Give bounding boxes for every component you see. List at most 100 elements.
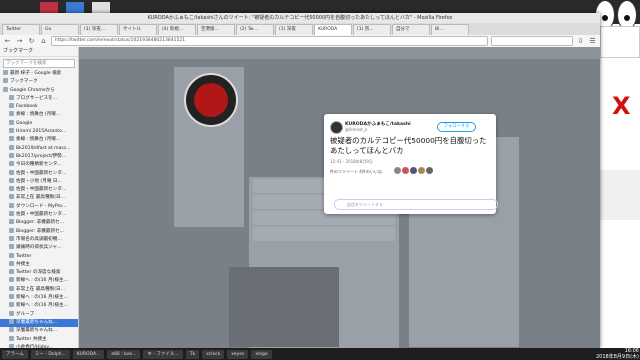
browser-tab[interactable]: (1) 深夜	[275, 24, 313, 35]
browser-tab[interactable]: Bl...	[431, 24, 469, 35]
liker-avatar[interactable]	[426, 167, 433, 174]
bookmark-favicon-icon	[9, 294, 14, 300]
tweet-stats: 件のリツイート 4件のいいね	[330, 169, 382, 174]
tray-clock[interactable]: 16:06 2018年8月9日(木)	[596, 348, 639, 360]
taskbar-task[interactable]: xlogo	[251, 349, 272, 359]
follow-button[interactable]: フォローする	[437, 122, 476, 132]
bookmark-favicon-icon	[9, 186, 14, 192]
bookmark-item[interactable]: Bk2019/dfast at mass...	[0, 144, 78, 153]
liker-avatars	[394, 167, 433, 174]
taskbar-task[interactable]: Tk	[185, 349, 200, 359]
bookmark-label: Twitter	[16, 253, 32, 259]
bookmark-item[interactable]: ダウンロード - MyPro...	[0, 202, 78, 211]
browser-tab[interactable]: KURODA	[314, 24, 352, 35]
taskbar-task[interactable]: ミー - Dolph...	[30, 349, 70, 359]
bookmark-item[interactable]: Google Chromeから	[0, 86, 78, 95]
bookmark-favicon-icon	[3, 86, 8, 92]
profile-avatar[interactable]	[184, 73, 238, 127]
bookmark-item[interactable]: 非常上在 最高種製(日...	[0, 285, 78, 294]
taskbar-task[interactable]: キ - ファイル...	[143, 349, 183, 359]
bookmark-item[interactable]: 鎮痛時の病状兵ジャ...	[0, 244, 78, 252]
liker-avatar[interactable]	[394, 167, 401, 174]
bookmark-item[interactable]: Hiromi 2015Asronto...	[0, 128, 78, 136]
bookmark-item[interactable]: Twitter の深度な検索	[0, 269, 78, 277]
bookmark-label: 最新 梓子 - Google 検索	[10, 71, 62, 76]
liker-avatar[interactable]	[402, 167, 409, 174]
bookmark-item[interactable]: 今日の種類新センタ...	[0, 161, 78, 169]
browser-tab[interactable]: 空港版...	[197, 24, 235, 35]
browser-tab[interactable]: (4) 新規...	[158, 24, 196, 35]
bookmark-label: Twitter の深度な検索	[16, 270, 61, 276]
bookmark-item[interactable]: Blogger: 非機最新セ...	[0, 227, 78, 236]
tweet-author-handle[interactable]: @lemeat_k	[345, 127, 367, 132]
bookmark-favicon-icon	[9, 327, 14, 333]
bookmark-item[interactable]: Twitter 共撲主	[0, 335, 78, 344]
bookmark-item[interactable]: グループ	[0, 310, 78, 319]
bookmark-item[interactable]: Google	[0, 119, 78, 128]
bookmark-item[interactable]: 新線へ : の(16 月(様主...	[0, 277, 78, 285]
bookmark-item[interactable]: ブログサービスを...	[0, 94, 78, 103]
bookmark-item[interactable]: 佐賀・中国最新センタ...	[0, 211, 78, 219]
bookmark-item[interactable]: 深層最新ちゃんね...	[0, 318, 78, 328]
bookmark-favicon-icon	[9, 194, 14, 200]
bookmark-item[interactable]: 新線へ : の(16 月(様主...	[0, 302, 78, 310]
firefox-window: KURODAかふぁもこ/takashiさんのツイート: "被疑者のカルテコピー代…	[0, 13, 600, 348]
bookmark-favicon-icon	[9, 227, 14, 233]
bookmark-item[interactable]: Bk2017/project/伊勢...	[0, 152, 78, 161]
browser-tab[interactable]: Twitter	[2, 24, 40, 35]
bookmark-item[interactable]: Blogger: 非機最新セ...	[0, 219, 78, 227]
bookmark-item[interactable]: 佐賀・小地 (月曜 日...	[0, 177, 78, 186]
liker-avatar[interactable]	[410, 167, 417, 174]
bookmark-item[interactable]: 市場名の高調最初機...	[0, 235, 78, 244]
browser-tab[interactable]: Go	[41, 24, 79, 35]
menu-icon[interactable]: ☰	[588, 37, 597, 46]
browser-tab[interactable]: 自分で	[392, 24, 430, 35]
bookmark-label: ブックマーク	[10, 79, 38, 85]
bookmark-item[interactable]: Twitter	[0, 252, 78, 261]
browser-tab[interactable]: (1) 深夜...	[80, 24, 118, 35]
bookmark-item[interactable]: 佐賀・中国最新センタ...	[0, 186, 78, 194]
tweet-author-avatar[interactable]	[330, 121, 343, 134]
browser-tab[interactable]: サイトル	[119, 24, 157, 35]
browser-tab[interactable]: (2) Tw...	[236, 24, 274, 35]
taskbar-task[interactable]: xeyes	[227, 349, 249, 359]
home-icon[interactable]: ⌂	[39, 37, 48, 46]
taskbar-task[interactable]: e66 : bas...	[107, 349, 141, 359]
bookmark-item[interactable]: 共撲主	[0, 260, 78, 269]
bookmark-item[interactable]: 非常上在 最高種製(日...	[0, 194, 78, 202]
taskbar-task[interactable]: アラーム	[2, 349, 28, 359]
taskbar-task[interactable]: xclock	[202, 349, 225, 359]
bookmark-item[interactable]: 新線へ : の(16 月(様主...	[0, 294, 78, 302]
bookmarks-search-input[interactable]: ブックマークを検索	[3, 59, 75, 68]
bookmark-item[interactable]: 最新 梓子 - Google 検索	[0, 70, 78, 78]
timeline-row[interactable]	[253, 227, 395, 241]
bookmark-label: 佐賀・中国最新センタ...	[16, 212, 67, 218]
bookmark-item[interactable]: 佐賀・中国最新センタ...	[0, 169, 78, 178]
bookmark-item[interactable]: 深層最新ちゃんね...	[0, 327, 78, 335]
bookmark-item[interactable]: 奏線 : 焼舞台 (月曜...	[0, 111, 78, 119]
url-bar[interactable]: https://twitter.com/lemeat/status/102193…	[51, 36, 488, 46]
reload-icon[interactable]: ↻	[27, 37, 36, 46]
liker-avatar[interactable]	[418, 167, 425, 174]
tweet-modal: KURODAかふぁもこ/takashi @lemeat_k フォローする 被疑者…	[324, 114, 498, 214]
bookmark-label: グループ	[16, 311, 35, 317]
bookmark-label: 今日の種類新センタ...	[16, 162, 62, 168]
forward-icon[interactable]: →	[15, 37, 24, 46]
taskbar-task[interactable]: KURODA...	[72, 349, 105, 359]
downloads-icon[interactable]: ⇩	[576, 37, 585, 46]
bookmark-label: 佐賀・小地 (月曜 日...	[16, 178, 62, 184]
bookmark-favicon-icon	[9, 169, 14, 175]
bookmark-favicon-icon	[9, 302, 14, 308]
search-bar[interactable]	[491, 36, 573, 46]
bookmark-item[interactable]: ブックマーク	[0, 78, 78, 86]
reply-input[interactable]: 返信をツイートする	[334, 199, 498, 210]
bookmark-label: 奏線 : 焼舞台 (月曜...	[16, 137, 61, 143]
bookmark-label: 共撲主	[16, 261, 30, 267]
bookmark-item[interactable]: 奏線 : 焼舞台 (月曜...	[0, 136, 78, 144]
bookmark-label: 新線へ : の(16 月(様主...	[16, 295, 68, 301]
bookmark-favicon-icon	[9, 335, 14, 341]
back-icon[interactable]: ←	[3, 37, 12, 46]
bookmark-favicon-icon	[9, 202, 14, 208]
bookmark-item[interactable]: Facebook	[0, 103, 78, 111]
browser-tab[interactable]: (1) 宗...	[353, 24, 391, 35]
